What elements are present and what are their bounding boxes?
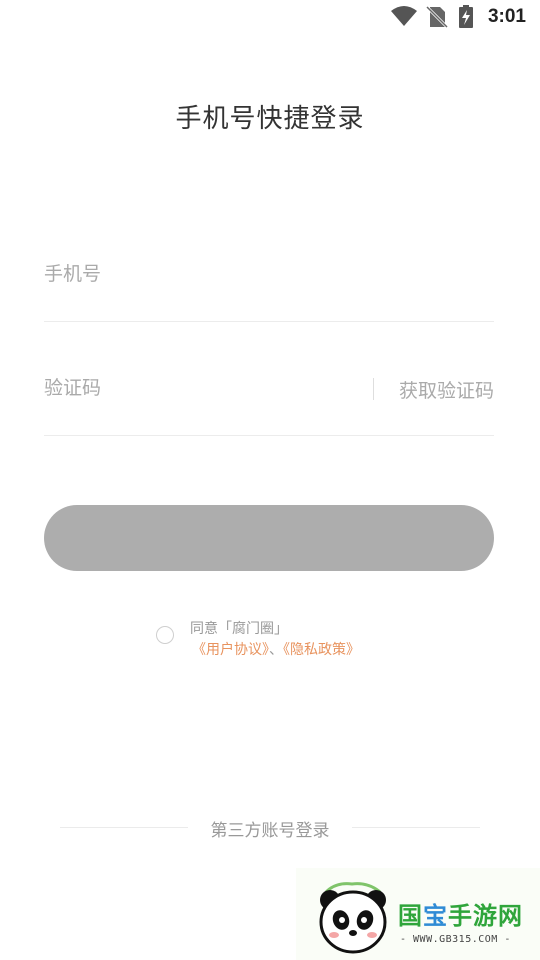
watermark-title-part3: 手游网 — [448, 902, 523, 930]
watermark: 国宝手游网 - WWW.GB315.COM - — [296, 868, 540, 960]
third-party-login-divider: 第三方账号登录 — [0, 816, 540, 841]
watermark-title: 国宝手游网 — [398, 896, 523, 931]
privacy-policy-link[interactable]: 《隐私政策》 — [283, 642, 360, 658]
panda-logo-icon — [319, 882, 387, 954]
battery-charging-icon — [459, 5, 473, 28]
agreement-text: 同意「腐门圈」 — [190, 621, 288, 637]
third-party-login-label: 第三方账号登录 — [210, 821, 330, 841]
watermark-url: - WWW.GB315.COM - — [400, 934, 511, 945]
get-code-button[interactable]: 获取验证码 — [399, 376, 494, 403]
phone-field — [44, 255, 494, 322]
wifi-icon — [391, 6, 417, 26]
code-field: 获取验证码 — [44, 372, 494, 436]
watermark-title-part1: 国 — [398, 902, 423, 930]
user-agreement-link[interactable]: 《用户协议》 — [192, 642, 269, 658]
divider-line-right — [352, 827, 480, 828]
status-time: 3:01 — [487, 6, 526, 27]
no-sim-icon — [426, 5, 448, 29]
phone-input[interactable] — [44, 263, 344, 285]
agreement-separator: 、 — [269, 642, 283, 658]
login-button[interactable] — [44, 505, 494, 571]
status-bar: 3:01 — [0, 0, 540, 34]
watermark-title-part2: 宝 — [423, 902, 448, 930]
agreement-checkbox[interactable] — [156, 626, 174, 644]
code-divider — [373, 378, 374, 400]
page-title: 手机号快捷登录 — [175, 104, 365, 134]
code-input[interactable] — [44, 377, 344, 399]
agreement-links: 《用户协议》、《隐私政策》 — [192, 639, 360, 659]
